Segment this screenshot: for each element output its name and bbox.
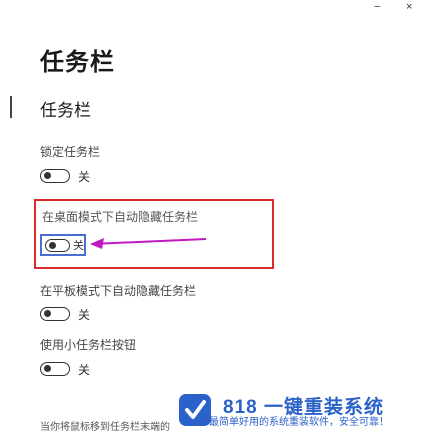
highlight-box: 在桌面模式下自动隐藏任务栏 关: [34, 199, 274, 269]
lock-taskbar-label: 锁定任务栏: [40, 145, 101, 159]
auto-hide-tablet-label: 在平板模式下自动隐藏任务栏: [40, 284, 197, 298]
auto-hide-tablet-state: 关: [78, 307, 91, 322]
page-title: 任务栏: [40, 49, 115, 76]
watermark-subtitle: 最简单好用的系统重装软件，安全可靠！: [209, 417, 389, 428]
toggle-knob: [49, 241, 56, 249]
section-heading: 任务栏: [40, 101, 91, 120]
auto-hide-tablet-row: 关: [40, 305, 90, 323]
pointer-arrow-icon: [90, 238, 207, 249]
minimize-button[interactable]: −: [374, 0, 380, 14]
lock-taskbar-toggle[interactable]: [40, 169, 70, 183]
lock-taskbar-state: 关: [78, 169, 91, 184]
lock-taskbar-row: 关: [40, 167, 90, 185]
nav-selection-indicator: [10, 96, 12, 118]
title-bar: − ×: [0, 0, 425, 20]
small-buttons-toggle[interactable]: [40, 362, 70, 376]
toggle-knob: [44, 310, 51, 317]
auto-hide-desktop-label: 在桌面模式下自动隐藏任务栏: [42, 210, 199, 224]
auto-hide-desktop-focus-frame: 关: [40, 234, 86, 256]
toggle-knob: [44, 172, 51, 179]
watermark: 818 一键重装系统 最简单好用的系统重装软件，安全可靠！: [175, 390, 425, 430]
small-buttons-label: 使用小任务栏按钮: [40, 338, 137, 352]
peek-description-text: 当你将鼠标移到任务栏末端的: [40, 422, 170, 433]
toggle-knob: [44, 365, 51, 372]
auto-hide-tablet-toggle[interactable]: [40, 307, 70, 321]
small-buttons-row: 关: [40, 360, 90, 378]
auto-hide-desktop-state: 关: [73, 240, 84, 252]
auto-hide-desktop-toggle[interactable]: [45, 238, 70, 252]
small-buttons-state: 关: [78, 362, 91, 377]
close-button[interactable]: ×: [406, 0, 412, 14]
